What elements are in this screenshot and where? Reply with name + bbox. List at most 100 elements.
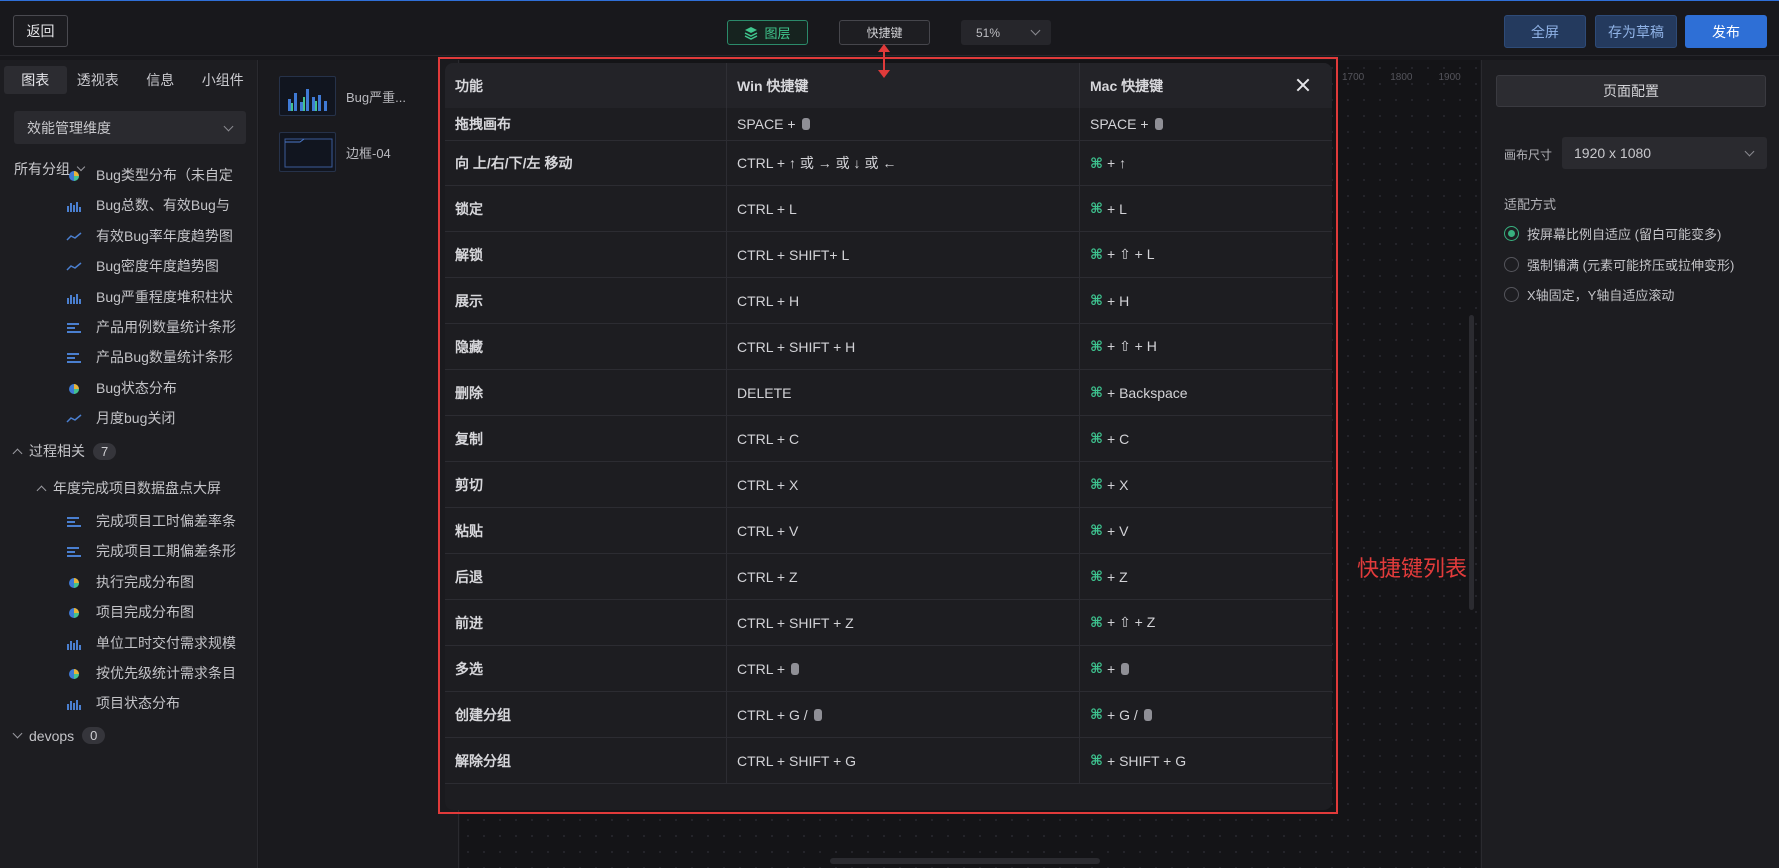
chart-list-item[interactable]: 项目状态分布 xyxy=(66,688,246,718)
zoom-select[interactable]: 51% xyxy=(961,20,1051,45)
fit-option-ratio[interactable]: 按屏幕比例自适应 (留白可能变多) xyxy=(1504,224,1721,243)
chevron-down-icon xyxy=(223,121,234,132)
shortcut-win: CTRL + V xyxy=(727,508,1080,553)
shortcut-mac-keys: + Z xyxy=(1107,568,1128,585)
fit-option-stretch[interactable]: 强制铺满 (元素可能挤压或拉伸变形) xyxy=(1504,255,1734,274)
shortcut-win: SPACE + xyxy=(727,108,1080,140)
command-key-icon: ⌘ xyxy=(1090,476,1103,492)
tab-info[interactable]: 信息 xyxy=(129,66,192,94)
command-key-icon: ⌘ xyxy=(1090,706,1103,722)
chart-list-item-label: Bug严重程度堆积柱状 xyxy=(96,288,233,305)
shortcut-win-keys: CTRL + SHIFT+ L xyxy=(737,246,850,263)
chevron-down-icon xyxy=(12,728,23,739)
chart-list-item[interactable]: Bug类型分布（未自定 xyxy=(66,160,246,190)
chart-list-item[interactable]: 单位工时交付需求规模 xyxy=(66,628,246,658)
shortcut-win: CTRL + H xyxy=(727,278,1080,323)
shortcut-row: 锁定 CTRL + L ⌘ + L xyxy=(445,186,1332,232)
shortcut-mac-keys: + X xyxy=(1107,476,1129,493)
ruler-tick: 1900 xyxy=(1438,72,1461,83)
layers-button[interactable]: 图层 xyxy=(727,20,808,45)
border-thumbnail xyxy=(279,132,336,172)
shortcut-mac: ⌘ + X xyxy=(1080,462,1332,507)
chart-list-item[interactable]: 月度bug关闭 xyxy=(66,403,246,433)
group-process-count: 7 xyxy=(93,442,117,460)
shortcut-function: 向 上/右/下/左 移动 xyxy=(445,141,727,185)
chart-list-item[interactable]: Bug总数、有效Bug与 xyxy=(66,190,246,220)
fit-option-scroll[interactable]: X轴固定，Y轴自适应滚动 xyxy=(1504,285,1674,304)
shortcut-mac-keys: SPACE + xyxy=(1090,116,1149,132)
chart-list-item-label: 产品用例数量统计条形 xyxy=(96,319,236,335)
canvas-horizontal-scrollbar[interactable] xyxy=(830,858,1100,864)
back-button[interactable]: 返回 xyxy=(13,15,68,47)
group-process[interactable]: 过程相关 7 xyxy=(12,441,117,461)
shortcut-win: CTRL + G / xyxy=(727,692,1080,737)
shortcut-row: 向 上/右/下/左 移动 CTRL + ↑ 或 → 或 ↓ 或 ← ⌘ + ↑ xyxy=(445,141,1332,186)
command-key-icon: ⌘ xyxy=(1090,522,1103,538)
chart-list-item[interactable]: 产品用例数量统计条形 xyxy=(66,312,246,342)
shortcut-mac-keys: + H xyxy=(1107,292,1130,309)
shortcut-win: CTRL + ↑ 或 → 或 ↓ 或 ← xyxy=(727,141,1080,185)
chart-list-item[interactable]: Bug状态分布 xyxy=(66,373,246,403)
shortcut-win: CTRL + SHIFT+ L xyxy=(727,232,1080,277)
tab-pivot[interactable]: 透视表 xyxy=(67,66,130,94)
canvas-vertical-scrollbar[interactable] xyxy=(1469,315,1474,610)
close-icon[interactable] xyxy=(1294,76,1312,94)
layer-item[interactable]: 边框-04 xyxy=(279,130,454,174)
chart-list-item[interactable]: 完成项目工期偏差条形 xyxy=(66,536,246,566)
shortcut-button[interactable]: 快捷键 xyxy=(839,20,930,45)
shortcut-win: CTRL + SHIFT + Z xyxy=(727,600,1080,645)
layer-item[interactable]: Bug严重... xyxy=(279,74,454,118)
chart-list-item[interactable]: 项目完成分布图 xyxy=(66,597,246,627)
radio-icon xyxy=(1504,257,1519,272)
command-key-icon: ⌘ xyxy=(1090,384,1103,400)
all-groups-label: 所有分组 xyxy=(14,161,70,177)
shortcut-function: 多选 xyxy=(445,646,727,691)
chart-list-item[interactable]: 有效Bug率年度趋势图 xyxy=(66,221,246,251)
shortcut-mac: ⌘ + V xyxy=(1080,508,1332,553)
tab-widgets[interactable]: 小组件 xyxy=(192,66,255,94)
shortcut-row: 后退 CTRL + Z ⌘ + Z xyxy=(445,554,1332,600)
pie-chart-icon xyxy=(66,576,82,588)
shortcut-function: 解锁 xyxy=(445,232,727,277)
shortcut-win-keys: CTRL + G / xyxy=(737,706,808,723)
command-key-icon: ⌘ xyxy=(1090,752,1103,768)
shortcut-win-keys: DELETE xyxy=(737,384,792,401)
page-config-button[interactable]: 页面配置 xyxy=(1496,75,1766,107)
chart-list-item[interactable]: Bug严重程度堆积柱状 xyxy=(66,282,246,312)
shortcut-win: CTRL + Z xyxy=(727,554,1080,599)
fullscreen-button[interactable]: 全屏 xyxy=(1504,15,1586,48)
chart-list-item[interactable]: Bug密度年度趋势图 xyxy=(66,251,246,281)
shortcut-mac: SPACE + xyxy=(1080,108,1332,140)
save-draft-button[interactable]: 存为草稿 xyxy=(1595,15,1677,48)
chart-list-item[interactable]: 产品Bug数量统计条形 xyxy=(66,342,246,372)
tab-charts[interactable]: 图表 xyxy=(4,66,67,94)
layers-button-label: 图层 xyxy=(764,26,791,41)
subgroup-annual[interactable]: 年度完成项目数据盘点大屏 xyxy=(36,478,221,498)
group-devops[interactable]: devops 0 xyxy=(12,727,106,744)
shortcut-mac-keys: + ⇧ + Z xyxy=(1107,614,1156,630)
mouse-icon xyxy=(813,708,822,721)
shortcut-row: 前进 CTRL + SHIFT + Z ⌘ + ⇧ + Z xyxy=(445,600,1332,646)
shortcut-function: 剪切 xyxy=(445,462,727,507)
dimension-select-value: 效能管理维度 xyxy=(27,119,111,136)
chart-list-item[interactable]: 执行完成分布图 xyxy=(66,567,246,597)
shortcut-function: 创建分组 xyxy=(445,692,727,737)
layer-item-label: Bug严重... xyxy=(346,89,406,105)
mouse-icon xyxy=(1121,662,1130,675)
pie-chart-icon xyxy=(66,606,82,619)
group-process-label: 过程相关 xyxy=(29,443,85,459)
shortcut-win-keys: CTRL + SHIFT + Z xyxy=(737,614,854,631)
shortcut-mac-keys: + SHIFT + G xyxy=(1107,752,1187,769)
chart-list-item-label: 完成项目工时偏差率条 xyxy=(96,513,236,529)
chart-list-item[interactable]: 按优先级统计需求条目 xyxy=(66,658,246,688)
group-devops-label: devops xyxy=(29,727,75,744)
dimension-select[interactable]: 效能管理维度 xyxy=(14,111,246,144)
shortcut-row: 隐藏 CTRL + SHIFT + H ⌘ + ⇧ + H xyxy=(445,324,1332,370)
canvas-size-value: 1920 x 1080 xyxy=(1574,145,1652,161)
shortcut-function: 锁定 xyxy=(445,186,727,231)
chart-list-item[interactable]: 完成项目工时偏差率条 xyxy=(66,506,246,536)
pie-chart-icon xyxy=(66,169,82,181)
publish-button[interactable]: 发布 xyxy=(1685,15,1767,48)
canvas-size-select[interactable]: 1920 x 1080 xyxy=(1562,137,1767,169)
fit-option-label: X轴固定，Y轴自适应滚动 xyxy=(1527,288,1675,303)
